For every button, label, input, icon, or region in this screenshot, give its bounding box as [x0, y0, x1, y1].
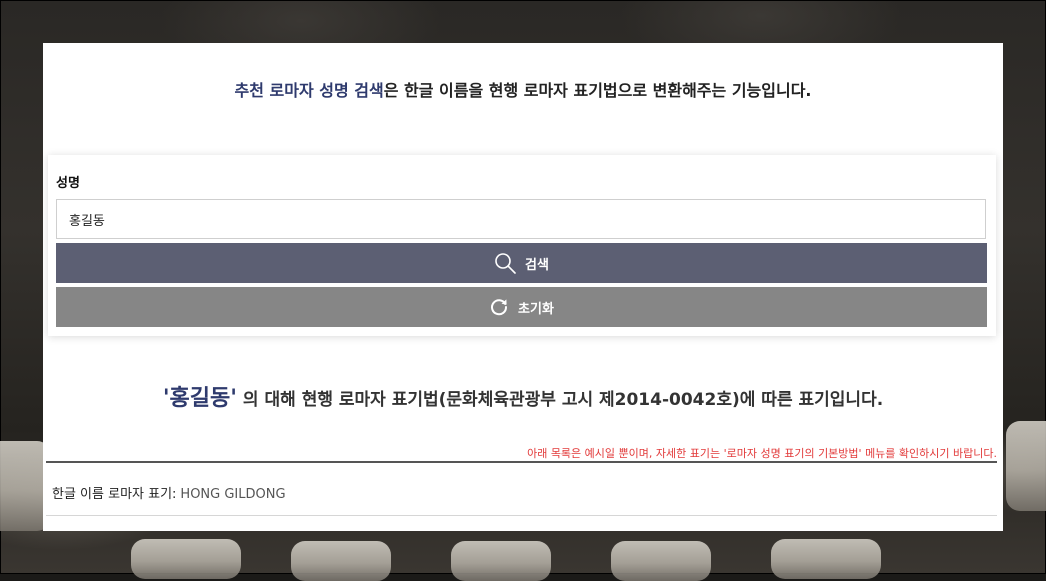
- search-icon: [494, 252, 516, 274]
- divider: [46, 515, 997, 516]
- background-keycap: [131, 539, 241, 579]
- reset-button[interactable]: 초기화: [56, 287, 987, 327]
- divider: [46, 461, 997, 463]
- result-name: '홍길동': [162, 386, 238, 411]
- intro-rest: 은 한글 이름을 현행 로마자 표기법으로 변환해주는 기능입니다.: [383, 81, 812, 100]
- search-button-label: 검색: [525, 257, 549, 273]
- background-keycap: [771, 539, 881, 579]
- refresh-icon: [489, 297, 509, 317]
- background-keycap: [291, 541, 391, 581]
- result-row-label: 한글 이름 로마자 표기:: [52, 487, 177, 502]
- result-description: 의 대해 현행 로마자 표기법(문화체육관광부 고시 제2014-0042호)에…: [237, 390, 884, 410]
- notice-text: 아래 목록은 예시일 뿐이며, 자세한 표기는 '로마자 성명 표기의 기본방법…: [527, 447, 997, 460]
- reset-button-label: 초기화: [518, 301, 554, 317]
- main-panel: 추천 로마자 성명 검색은 한글 이름을 현행 로마자 표기법으로 변환해주는 …: [43, 43, 1003, 531]
- result-row-value: HONG GILDONG: [180, 487, 286, 502]
- result-title: '홍길동' 의 대해 현행 로마자 표기법(문화체육관광부 고시 제2014-0…: [43, 380, 1003, 412]
- name-input[interactable]: [56, 199, 986, 239]
- background-keycap: [611, 541, 711, 581]
- search-button[interactable]: 검색: [56, 243, 987, 283]
- background-keycap: [1006, 421, 1046, 511]
- search-form: 성명 검색 초기화: [48, 155, 996, 336]
- intro-accent: 추천 로마자 성명 검색: [234, 81, 384, 100]
- name-label: 성명: [56, 176, 80, 191]
- background-keycap: [451, 541, 551, 581]
- result-row: 한글 이름 로마자 표기: HONG GILDONG: [52, 483, 286, 502]
- intro-text: 추천 로마자 성명 검색은 한글 이름을 현행 로마자 표기법으로 변환해주는 …: [43, 77, 1003, 101]
